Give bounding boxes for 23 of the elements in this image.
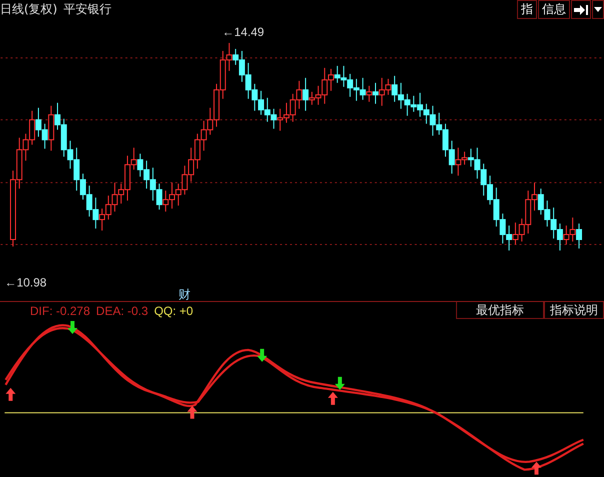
buy-arrow-icon [328, 392, 338, 406]
buy-arrow-icon [532, 462, 542, 475]
sell-arrow-icon [334, 377, 345, 390]
sell-arrow-icon [68, 321, 78, 334]
caret-icon [594, 6, 602, 13]
buy-arrow-icon [187, 406, 198, 420]
collapse-button[interactable] [571, 0, 591, 20]
indicator-button[interactable]: 最优指标 [456, 302, 544, 320]
stock-name: 平安银行 [63, 1, 112, 18]
sell-arrow-icon [257, 349, 268, 362]
indicator-value: QQ: +0 [154, 304, 194, 318]
indicator-value: DEA: -0.3 [96, 304, 148, 318]
arrow-to-bar-icon [573, 4, 589, 16]
high-price-label: ←14.49 [222, 24, 264, 39]
toolbar-button[interactable]: 信息 [538, 0, 570, 20]
indicator-button[interactable]: 指标说明 [544, 302, 604, 320]
dropdown-button[interactable] [592, 0, 604, 20]
toolbar-button[interactable]: 指 [517, 0, 537, 20]
low-price-label: ←10.98 [4, 275, 47, 290]
indicator-value: DIF: -0.278 [30, 304, 90, 318]
finance-marker[interactable]: 财 [178, 287, 190, 302]
buy-arrow-icon [6, 388, 16, 402]
chart-period-label: 日线(复权) [0, 1, 58, 18]
